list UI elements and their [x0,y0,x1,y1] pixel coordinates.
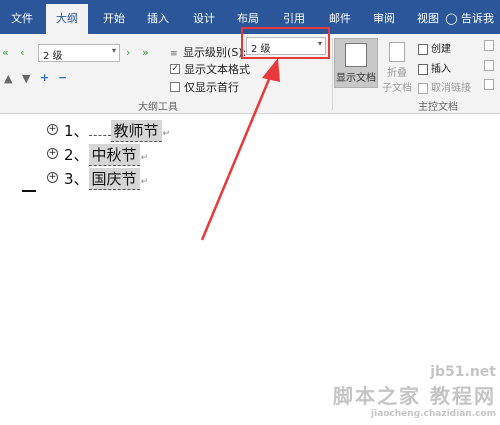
annotation-arrow-icon [200,58,280,241]
watermark-line-2: 脚本之家 教程网 [333,384,496,408]
watermark: jb51.net 脚本之家 教程网 jiaocheng.chazidian.co… [333,364,496,419]
watermark-line-1: jb51.net [430,364,496,380]
watermark-line-3: jiaocheng.chazidian.com [370,409,496,419]
